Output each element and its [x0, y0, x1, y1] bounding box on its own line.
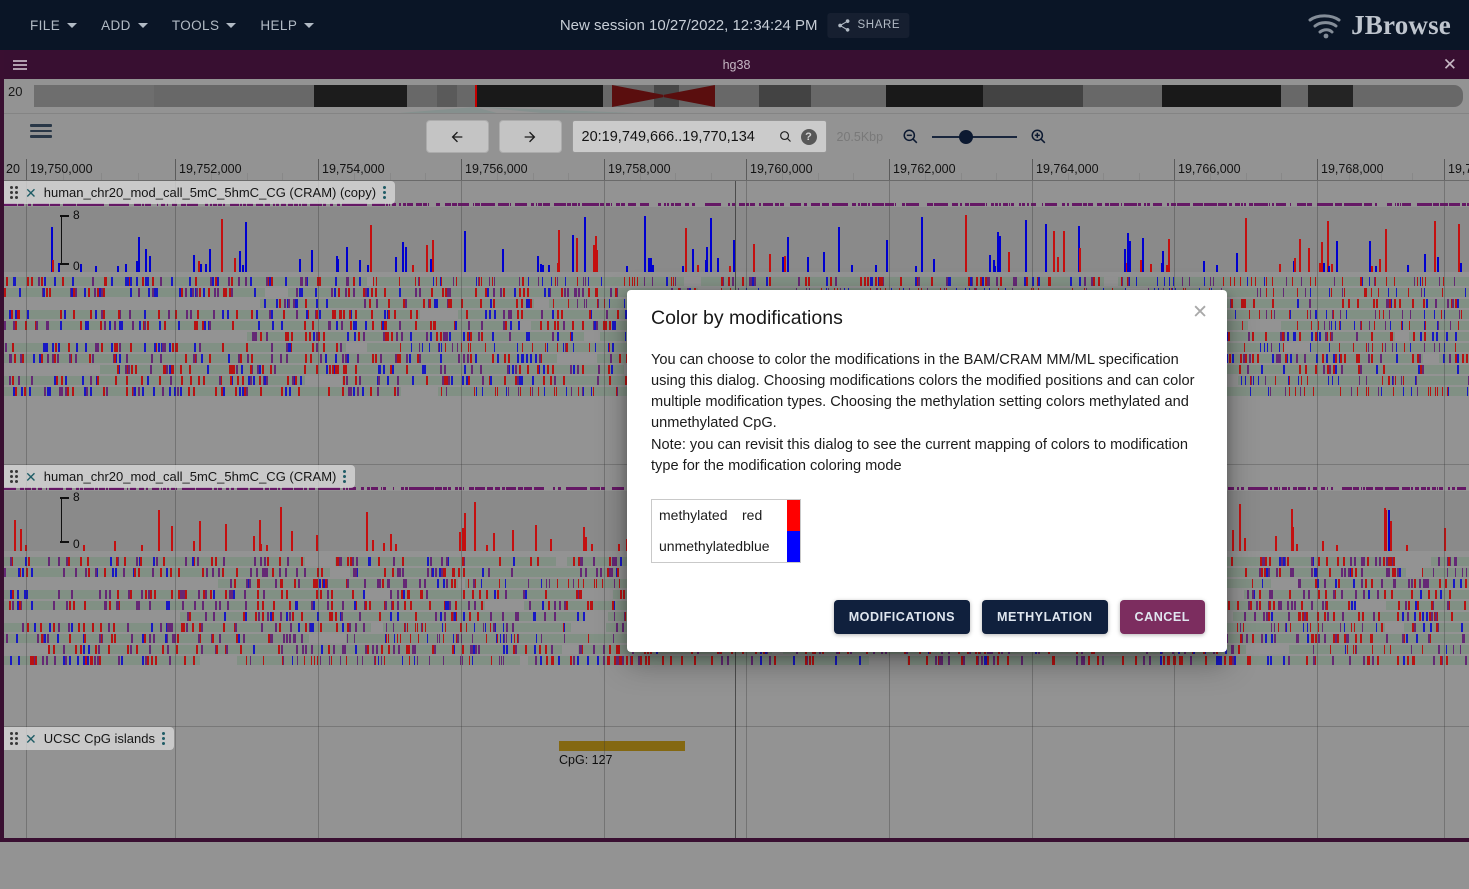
jbrowse-app: FILE ADD TOOLS HELP New session 10/27/20…	[0, 0, 1469, 889]
